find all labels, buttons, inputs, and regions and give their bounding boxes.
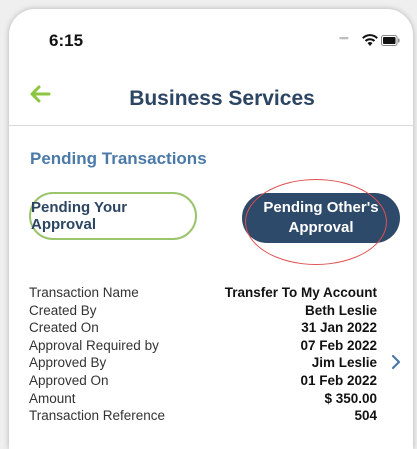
tab-label: Pending Your Approval — [31, 199, 128, 233]
detail-label: Amount — [29, 390, 76, 406]
detail-row: Transaction Name Transfer To My Account — [29, 285, 377, 303]
detail-value: Jim Leslie — [311, 355, 377, 371]
detail-label: Approved By — [29, 355, 107, 371]
detail-row: Amount $ 350.00 — [29, 391, 377, 409]
phone-screen: 6:15 ▪▪▪▪ Business Services Pending Tran… — [9, 9, 413, 449]
detail-value: 01 Feb 2022 — [300, 372, 377, 388]
detail-label: Created By — [29, 302, 97, 318]
transaction-card[interactable]: Transaction Name Transfer To My Account … — [29, 285, 377, 426]
status-bar: 6:15 ▪▪▪▪ — [9, 9, 413, 69]
wifi-icon — [362, 34, 378, 46]
page-title: Business Services — [129, 87, 315, 110]
detail-row: Created On 31 Jan 2022 — [29, 320, 377, 338]
battery-icon — [381, 35, 400, 46]
detail-row: Approved On 01 Feb 2022 — [29, 373, 377, 391]
section-title: Pending Transactions — [30, 149, 207, 168]
chevron-right-icon[interactable] — [389, 353, 403, 371]
detail-value: 07 Feb 2022 — [300, 337, 377, 353]
detail-value: 31 Jan 2022 — [301, 320, 377, 336]
detail-value: Transfer To My Account — [224, 285, 377, 300]
tab-pending-your-approval[interactable]: Pending Your Approval — [29, 192, 197, 240]
detail-value: Beth Leslie — [304, 302, 377, 318]
tab-label-line1: Pending Other's — [263, 199, 379, 216]
detail-value: 504 — [354, 408, 377, 424]
detail-row: Approved By Jim Leslie — [29, 355, 377, 373]
detail-row: Created By Beth Leslie — [29, 303, 377, 321]
detail-row: Approval Required by 07 Feb 2022 — [29, 338, 377, 356]
header: Business Services — [9, 69, 413, 126]
tab-pending-others-approval[interactable]: Pending Other's Approval — [242, 193, 400, 243]
detail-row: Transaction Reference 504 — [29, 408, 377, 426]
tab-label-line2: Approval — [288, 219, 354, 236]
detail-value: $ 350.00 — [324, 390, 377, 406]
detail-label: Transaction Reference — [29, 408, 166, 424]
signal-icon: ▪▪▪▪ — [339, 33, 349, 43]
detail-label: Approval Required by — [29, 337, 159, 353]
status-time: 6:15 — [49, 31, 84, 50]
detail-label: Approved On — [29, 372, 109, 388]
tab-label: Pending Other's Approval — [263, 198, 378, 238]
detail-label: Transaction Name — [29, 285, 139, 300]
detail-label: Created On — [29, 320, 99, 336]
